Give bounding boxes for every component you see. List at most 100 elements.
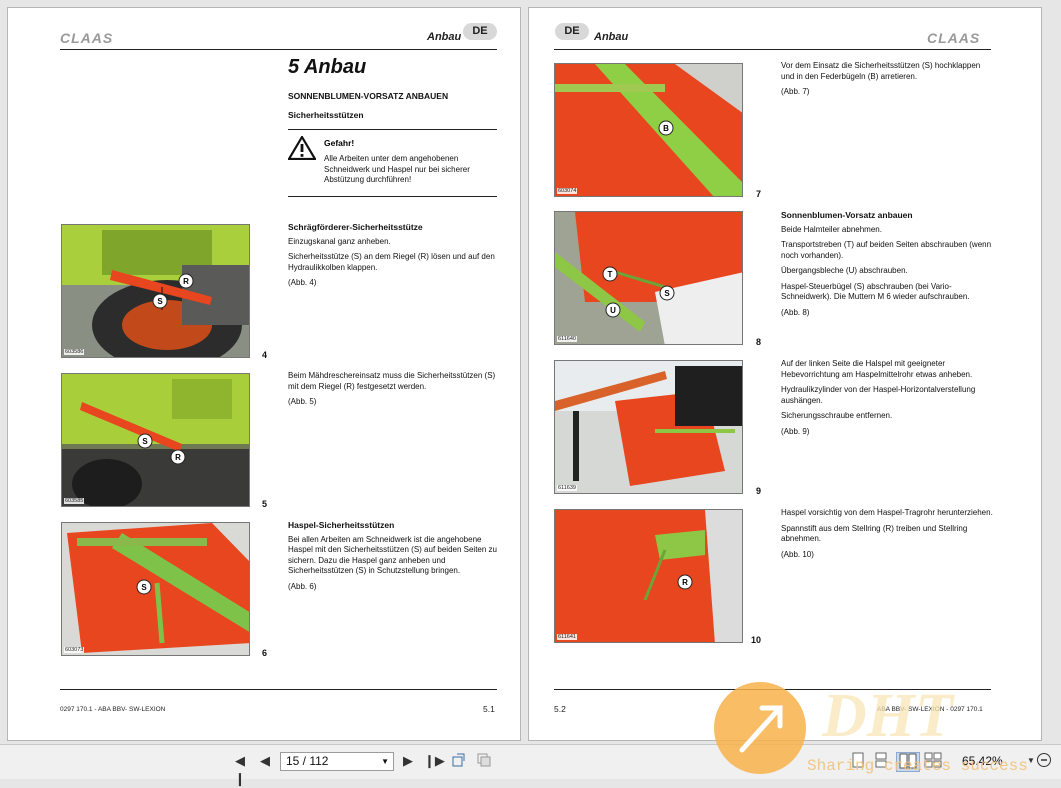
warning-bottom-rule xyxy=(288,196,497,197)
block-heading: Schrägförderer-Sicherheitsstütze xyxy=(288,222,423,232)
zoom-out-icon[interactable] xyxy=(1035,752,1053,770)
figure-number: 6 xyxy=(262,648,268,658)
figure-number: 7 xyxy=(756,189,762,199)
callout-label: S xyxy=(141,583,147,592)
chevron-down-icon[interactable]: ▼ xyxy=(381,753,389,770)
zoom-level[interactable]: 65.42% xyxy=(962,754,1003,768)
paragraph: Spannstift aus dem Stellring (R) treiben… xyxy=(781,523,968,544)
callout-label: R xyxy=(175,453,181,462)
paragraph: Vor dem Einsatz die Sicherheitsstützen (… xyxy=(781,61,981,81)
text-block: Haspel vorsichtig von dem Haspel-Tragroh… xyxy=(781,508,993,565)
single-page-icon[interactable] xyxy=(849,752,867,770)
paragraph: Sicherheitsstütze (S) an dem Riegel (R) … xyxy=(288,252,495,272)
figure-image: S R 603585 xyxy=(61,373,250,507)
text-block: Vor dem Einsatz die Sicherheitsstützen (… xyxy=(781,61,993,103)
language-badge: DE xyxy=(463,23,497,40)
figure-image: 611639 xyxy=(554,360,743,494)
text-block: Haspel-Sicherheitsstützen Bei allen Arbe… xyxy=(288,520,500,597)
figure-number: 5 xyxy=(262,499,268,509)
next-page-icon[interactable]: ▶ xyxy=(399,752,417,770)
continuous-icon[interactable] xyxy=(872,752,890,770)
warning-title: Gefahr! xyxy=(324,138,355,148)
facing-continuous-icon[interactable] xyxy=(924,752,942,770)
document-page-right: DE Anbau CLAAS B 603074 7 T S U 611640 8… xyxy=(528,7,1042,741)
figure-id: 611640 xyxy=(557,336,577,342)
text-block: Sonnenblumen-Vorsatz anbauen Beide Halmt… xyxy=(781,210,993,323)
figure-reference: (Abb. 5) xyxy=(288,397,317,406)
paragraph: Haspel-Steuerbügel (S) abschrauben (bei … xyxy=(781,281,970,302)
paragraph: Sicherungsschraube entfernen. xyxy=(781,411,893,420)
figure-reference: (Abb. 4) xyxy=(288,278,317,287)
paragraph: Beide Halmteiler abnehmen. xyxy=(781,224,882,234)
figure-id: 611639 xyxy=(557,485,577,491)
copy-icon[interactable] xyxy=(475,752,493,770)
paragraph: Haspel vorsichtig von dem Haspel-Tragroh… xyxy=(781,508,993,517)
section-title: SONNENBLUMEN-VORSATZ ANBAUEN xyxy=(288,91,449,101)
figure-number: 4 xyxy=(262,350,268,360)
figure-reference: (Abb. 7) xyxy=(781,87,810,96)
paragraph: Einzugskanal ganz anheben. xyxy=(288,236,391,246)
figure-id: 603586 xyxy=(64,349,85,355)
header-rule xyxy=(554,49,991,50)
figure-image: S 603073 xyxy=(61,522,250,656)
callout-label: S xyxy=(157,297,163,306)
page-indicator: 15 / 112 xyxy=(286,754,329,768)
rotate-icon[interactable] xyxy=(450,752,468,770)
first-page-icon[interactable]: ◀​❙ xyxy=(231,752,249,786)
chapter-title: 5 Anbau xyxy=(288,56,367,78)
figure-reference: (Abb. 9) xyxy=(781,426,810,436)
figure-reference: (Abb. 8) xyxy=(781,307,810,317)
page-number: 5.1 xyxy=(483,704,495,714)
callout-label: R xyxy=(183,277,189,286)
paragraph: Auf der linken Seite die Halspel mit gee… xyxy=(781,359,973,379)
paragraph: Beim Mähdreschereinsatz muss die Sicherh… xyxy=(288,371,496,391)
callout-label: R xyxy=(682,578,688,587)
block-heading: Haspel-Sicherheitsstützen xyxy=(288,520,395,530)
subsection-title: Sicherheitsstützen xyxy=(288,110,364,120)
block-heading: Sonnenblumen-Vorsatz anbauen xyxy=(781,210,913,220)
last-page-icon[interactable]: ❙▶ xyxy=(424,752,445,770)
text-block: Auf der linken Seite die Halspel mit gee… xyxy=(781,359,993,442)
figure-number: 8 xyxy=(756,337,762,347)
footer-rule xyxy=(60,689,497,690)
figure-reference: (Abb. 6) xyxy=(288,581,317,591)
figure-number: 9 xyxy=(756,486,762,496)
warning-top-rule xyxy=(288,129,497,130)
text-block: Beim Mähdreschereinsatz muss die Sicherh… xyxy=(288,371,500,413)
figure-id: 603073 xyxy=(64,647,85,653)
claas-logo: CLAAS xyxy=(60,30,114,46)
viewer-toolbar: ◀​❙ ◀ 15 / 112 ▼ ▶ ❙▶ 65.42% ▼ xyxy=(0,744,1061,786)
paragraph: Bei allen Arbeiten am Schneidwerk ist di… xyxy=(288,534,498,576)
prev-page-icon[interactable]: ◀ xyxy=(256,752,274,770)
warning-triangle-icon xyxy=(288,136,316,160)
claas-logo: CLAAS xyxy=(927,30,981,46)
figure-image: R 611641 xyxy=(554,509,743,643)
footer-text: 0297 170.1 - ABA BBV- SW-LEXION xyxy=(60,706,166,713)
figure-image: R S 603586 xyxy=(61,224,250,358)
page-number-input[interactable]: 15 / 112 ▼ xyxy=(280,752,394,771)
callout-label: B xyxy=(663,124,669,133)
figure-image: T S U 611640 xyxy=(554,211,743,345)
header-rule xyxy=(60,49,497,50)
text-block: Schrägförderer-Sicherheitsstütze Einzugs… xyxy=(288,222,500,294)
header-title: Anbau xyxy=(427,31,462,43)
paragraph: Hydraulikzylinder von der Haspel-Horizon… xyxy=(781,385,976,405)
warning-text: Alle Arbeiten unter dem angehobenen Schn… xyxy=(324,154,470,184)
page-number: 5.2 xyxy=(554,704,566,714)
facing-icon[interactable] xyxy=(896,752,920,772)
callout-label: T xyxy=(608,270,613,279)
figure-id: 611641 xyxy=(557,634,577,640)
header-title: Anbau xyxy=(594,31,629,43)
document-page-left: CLAAS Anbau DE 5 Anbau SONNENBLUMEN-VORS… xyxy=(7,7,521,741)
callout-label: U xyxy=(610,306,616,315)
footer-text: ABA BBV- SW-LEXION - 0297 170.1 xyxy=(877,706,983,713)
paragraph: Übergangsbleche (U) abschrauben. xyxy=(781,266,908,275)
figure-number: 10 xyxy=(751,635,762,645)
figure-id: 603074 xyxy=(557,188,578,194)
figure-image: B 603074 xyxy=(554,63,743,197)
figure-id: 603585 xyxy=(64,498,85,504)
language-badge: DE xyxy=(555,23,589,40)
figure-reference: (Abb. 10) xyxy=(781,549,814,559)
footer-rule xyxy=(554,689,991,690)
paragraph: Transportstreben (T) auf beiden Seiten a… xyxy=(781,240,992,260)
